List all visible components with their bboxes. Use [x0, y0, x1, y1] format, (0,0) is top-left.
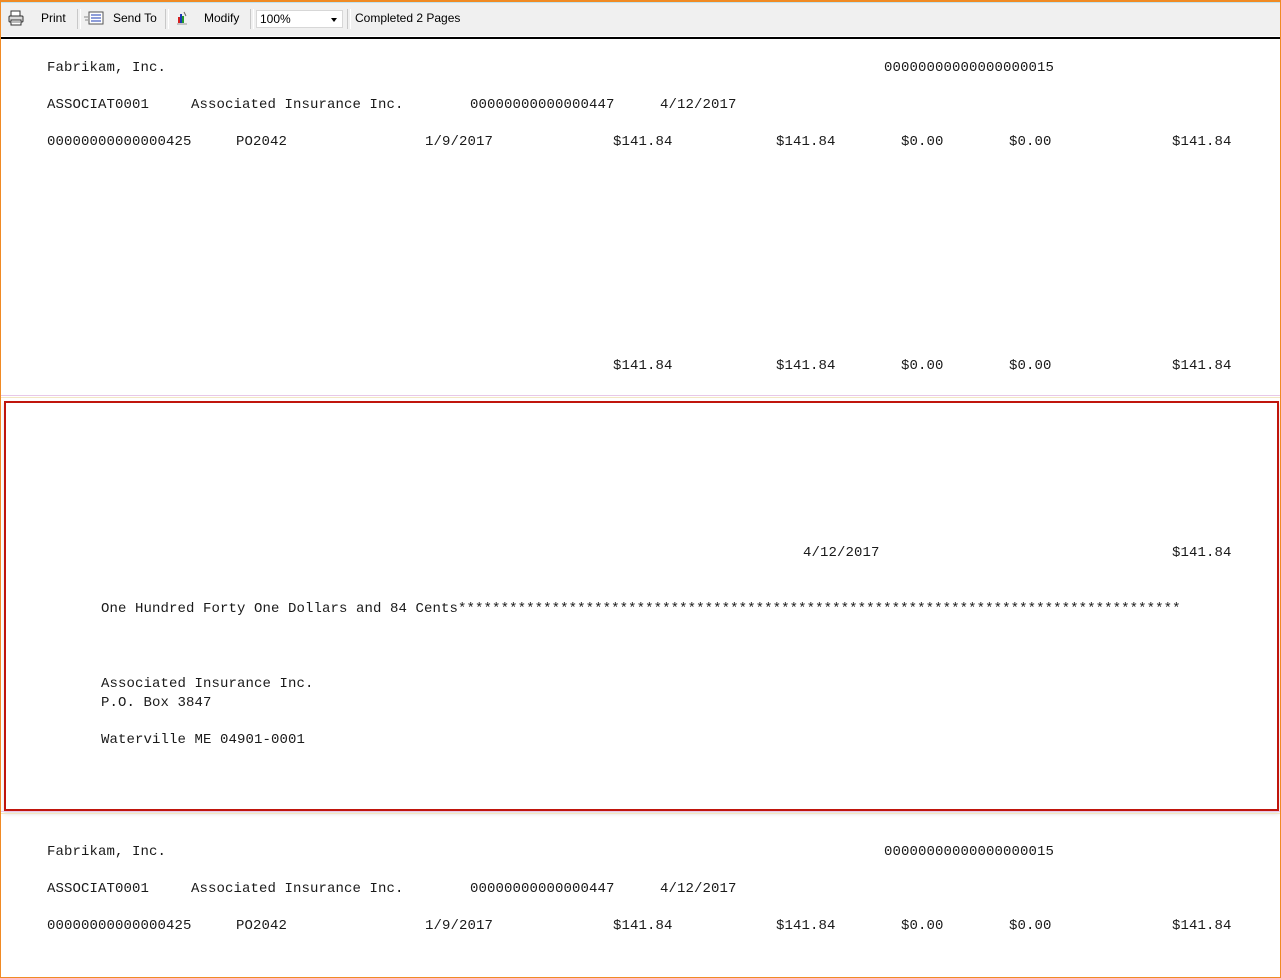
- report-canvas[interactable]: Fabrikam, Inc. 00000000000000000015 ASSO…: [1, 39, 1280, 977]
- paid-amount: $141.84: [1172, 134, 1232, 150]
- check-date: 4/12/2017: [660, 97, 737, 113]
- check-number: 00000000000000000015: [884, 844, 1055, 860]
- invoice-date: 1/9/2017: [425, 918, 494, 934]
- document-number: 00000000000000447: [470, 97, 615, 113]
- amount-remaining: $141.84: [776, 134, 836, 150]
- payee-name: Associated Insurance Inc.: [101, 676, 314, 692]
- section-edge: [1, 811, 1280, 814]
- check-amount: $141.84: [1172, 545, 1232, 561]
- paid-amount: $141.84: [1172, 918, 1232, 934]
- check-date: 4/12/2017: [803, 545, 880, 561]
- amount-in-words: One Hundred Forty One Dollars and 84 Cen…: [101, 601, 1181, 617]
- company-name: Fabrikam, Inc.: [47, 60, 167, 76]
- status-text: Completed 2 Pages: [355, 11, 461, 25]
- voucher-number: 00000000000000425: [47, 134, 192, 150]
- invoice-number: PO2042: [236, 918, 288, 934]
- company-name: Fabrikam, Inc.: [47, 844, 167, 860]
- writeoff-amount: $0.00: [1009, 918, 1052, 934]
- total-discount: $0.00: [901, 358, 944, 374]
- chevron-down-icon[interactable]: [331, 18, 337, 22]
- check-date: 4/12/2017: [660, 881, 737, 897]
- toolbar-separator: [347, 9, 351, 29]
- invoice-date: 1/9/2017: [425, 134, 494, 150]
- vendor-name: Associated Insurance Inc.: [191, 881, 404, 897]
- discount-amount: $0.00: [901, 134, 944, 150]
- total-paid: $141.84: [1172, 358, 1232, 374]
- payee-address-line1: P.O. Box 3847: [101, 695, 212, 711]
- vendor-name: Associated Insurance Inc.: [191, 97, 404, 113]
- invoice-number: PO2042: [236, 134, 288, 150]
- toolbar-separator: [77, 9, 81, 29]
- section-edge: [1, 395, 1280, 398]
- toolbar: Print Send To Modify 100% Completed 2 Pa…: [1, 2, 1280, 36]
- send-to-icon[interactable]: [83, 9, 105, 27]
- total-amount-remaining: $141.84: [776, 358, 836, 374]
- vendor-id: ASSOCIAT0001: [47, 97, 150, 113]
- writeoff-amount: $0.00: [1009, 134, 1052, 150]
- check-number: 00000000000000000015: [884, 60, 1055, 76]
- modify-icon[interactable]: [173, 9, 191, 27]
- discount-amount: $0.00: [901, 918, 944, 934]
- amount-remaining: $141.84: [776, 918, 836, 934]
- voucher-number: 00000000000000425: [47, 918, 192, 934]
- toolbar-separator: [165, 9, 169, 29]
- modify-button[interactable]: Modify: [204, 8, 239, 28]
- zoom-value: 100%: [260, 12, 291, 26]
- original-amount: $141.84: [613, 918, 673, 934]
- total-original-amount: $141.84: [613, 358, 673, 374]
- total-writeoff: $0.00: [1009, 358, 1052, 374]
- toolbar-separator: [250, 9, 254, 29]
- send-to-button[interactable]: Send To: [113, 8, 157, 28]
- printer-icon[interactable]: [7, 9, 25, 27]
- report-viewer-window: Print Send To Modify 100% Completed 2 Pa…: [0, 0, 1281, 978]
- zoom-select[interactable]: 100%: [256, 10, 343, 28]
- original-amount: $141.84: [613, 134, 673, 150]
- vendor-id: ASSOCIAT0001: [47, 881, 150, 897]
- print-button[interactable]: Print: [41, 8, 66, 28]
- document-number: 00000000000000447: [470, 881, 615, 897]
- payee-city-line: Waterville ME 04901-0001: [101, 732, 306, 748]
